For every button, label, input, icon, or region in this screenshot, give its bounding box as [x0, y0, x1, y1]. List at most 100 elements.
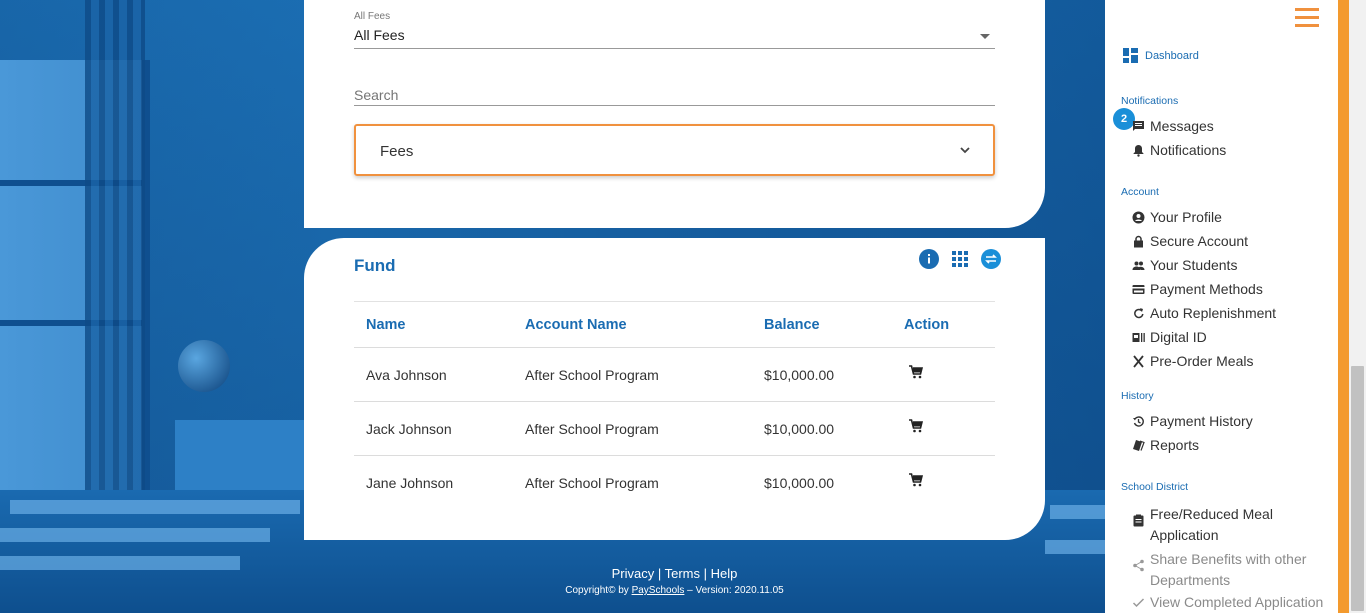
fund-toolbar: [918, 248, 1002, 270]
sidebar-item-label: Free/Reduced Meal Application: [1150, 506, 1273, 543]
sidebar-item-free-reduced-meal[interactable]: Free/Reduced Meal Application: [1132, 504, 1322, 546]
chevron-down-icon: [960, 147, 970, 154]
sidebar-item-label: Notifications: [1150, 142, 1227, 158]
student-name: Ava Johnson: [366, 366, 447, 383]
people-icon: [1132, 261, 1145, 270]
column-header-balance[interactable]: Balance: [764, 302, 820, 347]
sidebar-item-messages[interactable]: Messages: [1132, 118, 1214, 134]
copyright: Copyright© by PaySchools – Version: 2020…: [552, 585, 797, 596]
share-icon: [1133, 559, 1144, 572]
filter-card: All Fees All Fees Fees: [304, 0, 1045, 228]
fund-table: Name Account Name Balance Action Ava Joh…: [354, 301, 995, 510]
copyright-prefix: Copyright© by: [565, 585, 632, 596]
sidebar-item-digital-id[interactable]: Digital ID: [1132, 329, 1207, 345]
sidebar-item-secure-account[interactable]: Secure Account: [1132, 233, 1248, 249]
balance: $10,000.00: [764, 475, 835, 491]
sidebar-item-label: Pre-Order Meals: [1150, 353, 1254, 369]
footer-separator: |: [657, 566, 662, 581]
lock-icon: [1134, 235, 1143, 248]
scrollbar-thumb[interactable]: [1351, 366, 1364, 611]
sidebar-item-label: Your Profile: [1150, 209, 1222, 225]
table-row: Ava Johnson After School Program $10,000…: [354, 348, 995, 402]
sidebar-item-label: Payment Methods: [1150, 281, 1263, 297]
fees-panel-label: Fees: [380, 143, 414, 160]
check-icon: [1132, 598, 1145, 608]
bell-icon: [1133, 145, 1144, 157]
version-text: – Version: 2020.11.05: [684, 585, 784, 596]
account-name: After School Program: [525, 420, 659, 437]
sidebar-item-label: Share Benefits with other Departments: [1150, 551, 1307, 588]
sidebar-item-auto-replenishment[interactable]: Auto Replenishment: [1132, 305, 1276, 321]
fees-expansion-panel[interactable]: Fees: [354, 124, 995, 176]
accent-stripe: [1338, 0, 1349, 613]
section-school-district: School District: [1121, 481, 1189, 493]
sidebar-item-label: Your Students: [1150, 257, 1238, 273]
column-header-action: Action: [904, 316, 950, 333]
sidebar-menu: Dashboard Notifications 2 Messages Notif…: [1105, 0, 1338, 613]
account-name: After School Program: [525, 366, 659, 383]
sidebar-item-your-students[interactable]: Your Students: [1132, 257, 1237, 273]
account-name: After School Program: [525, 475, 659, 491]
section-account: Account: [1121, 186, 1159, 198]
dashboard-icon: [1123, 48, 1138, 63]
fee-filter-select[interactable]: All Fees: [354, 27, 405, 43]
sidebar-item-label: Dashboard: [1145, 49, 1199, 62]
history-icon: [1133, 416, 1144, 427]
cart-icon[interactable]: [908, 418, 924, 434]
help-link[interactable]: Help: [711, 566, 738, 581]
section-history: History: [1121, 390, 1154, 402]
sidebar-item-reports[interactable]: Reports: [1132, 437, 1199, 453]
section-notifications: Notifications: [1121, 95, 1179, 107]
table-row: Jane Johnson After School Program $10,00…: [354, 456, 995, 510]
select-underline: [354, 48, 995, 49]
sidebar-item-label: Messages: [1150, 118, 1214, 134]
fee-filter-label: All Fees: [354, 11, 391, 22]
student-name: Jane Johnson: [366, 475, 454, 491]
clipboard-icon: [1133, 514, 1144, 527]
background-cabinet: [175, 420, 305, 495]
profile-icon: [1132, 211, 1145, 224]
sidebar-item-pre-order-meals[interactable]: Pre-Order Meals: [1132, 353, 1253, 369]
table-row: Jack Johnson After School Program $10,00…: [354, 402, 995, 456]
cart-icon[interactable]: [908, 472, 924, 488]
sidebar-item-label: View Completed Application: [1150, 594, 1324, 610]
sidebar-item-label: Payment History: [1150, 413, 1253, 429]
student-name: Jack Johnson: [366, 420, 452, 437]
sidebar-item-your-profile[interactable]: Your Profile: [1132, 209, 1222, 225]
footer-links: Privacy | Terms | Help: [552, 566, 797, 581]
info-icon[interactable]: [918, 248, 940, 270]
transfer-icon[interactable]: [980, 248, 1002, 270]
search-input[interactable]: [354, 84, 995, 106]
fund-card: Fund Name Account Name Balance Action Av…: [304, 238, 1045, 540]
grid-icon[interactable]: [949, 248, 971, 270]
sidebar-item-view-completed-application[interactable]: View Completed Application: [1132, 594, 1323, 610]
sidebar-item-dashboard[interactable]: Dashboard: [1123, 48, 1199, 63]
column-header-name[interactable]: Name: [366, 302, 406, 347]
cart-icon[interactable]: [908, 364, 924, 380]
utensils-icon: [1133, 355, 1144, 368]
sidebar-item-share-benefits[interactable]: Share Benefits with other Departments: [1132, 549, 1332, 591]
sidebar-item-payment-history[interactable]: Payment History: [1132, 413, 1253, 429]
sidebar-item-payment-methods[interactable]: Payment Methods: [1132, 281, 1263, 297]
background-globe: [178, 340, 230, 392]
balance: $10,000.00: [764, 366, 835, 383]
reports-icon: [1133, 440, 1145, 451]
fund-title: Fund: [354, 256, 396, 275]
sidebar-item-label: Secure Account: [1150, 233, 1249, 249]
credit-card-icon: [1132, 285, 1145, 294]
payschools-link[interactable]: PaySchools: [632, 585, 685, 596]
sidebar-item-label: Digital ID: [1150, 329, 1207, 345]
dropdown-arrow-icon[interactable]: [980, 34, 990, 39]
message-icon: [1133, 121, 1144, 131]
privacy-link[interactable]: Privacy: [612, 566, 655, 581]
hamburger-menu-icon[interactable]: [1295, 8, 1319, 30]
footer-separator: |: [703, 566, 708, 581]
column-header-account-name[interactable]: Account Name: [525, 302, 627, 347]
sidebar-item-notifications[interactable]: Notifications: [1132, 142, 1226, 158]
sidebar-scrollbar[interactable]: [1349, 0, 1366, 613]
id-card-icon: [1132, 333, 1145, 342]
terms-link[interactable]: Terms: [665, 566, 700, 581]
sidebar-item-label: Auto Replenishment: [1150, 305, 1277, 321]
sidebar-item-label: Reports: [1150, 437, 1200, 453]
balance: $10,000.00: [764, 420, 835, 437]
